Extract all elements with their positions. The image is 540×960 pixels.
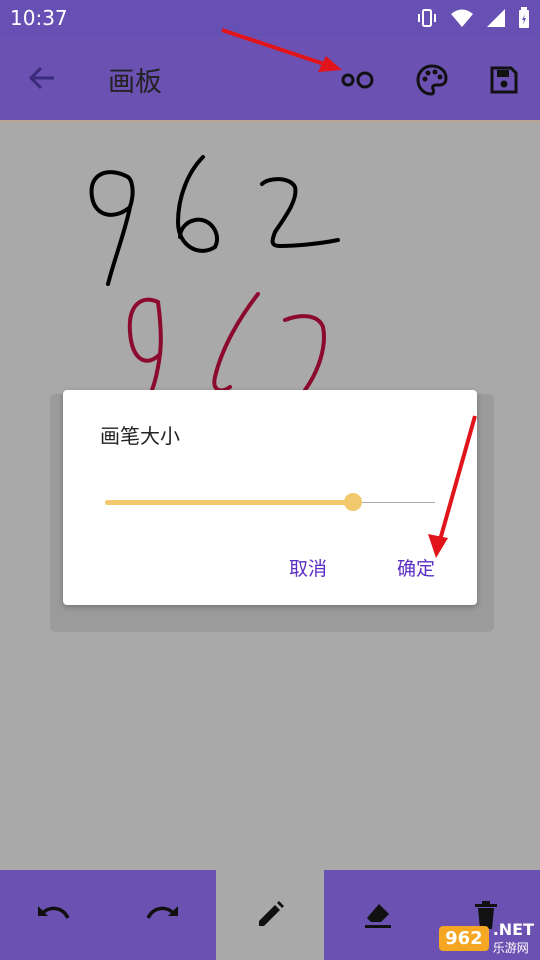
arrow-to-brush-size: [221, 28, 342, 72]
annotation-arrows: [221, 28, 477, 558]
arrow-to-confirm: [428, 415, 477, 558]
